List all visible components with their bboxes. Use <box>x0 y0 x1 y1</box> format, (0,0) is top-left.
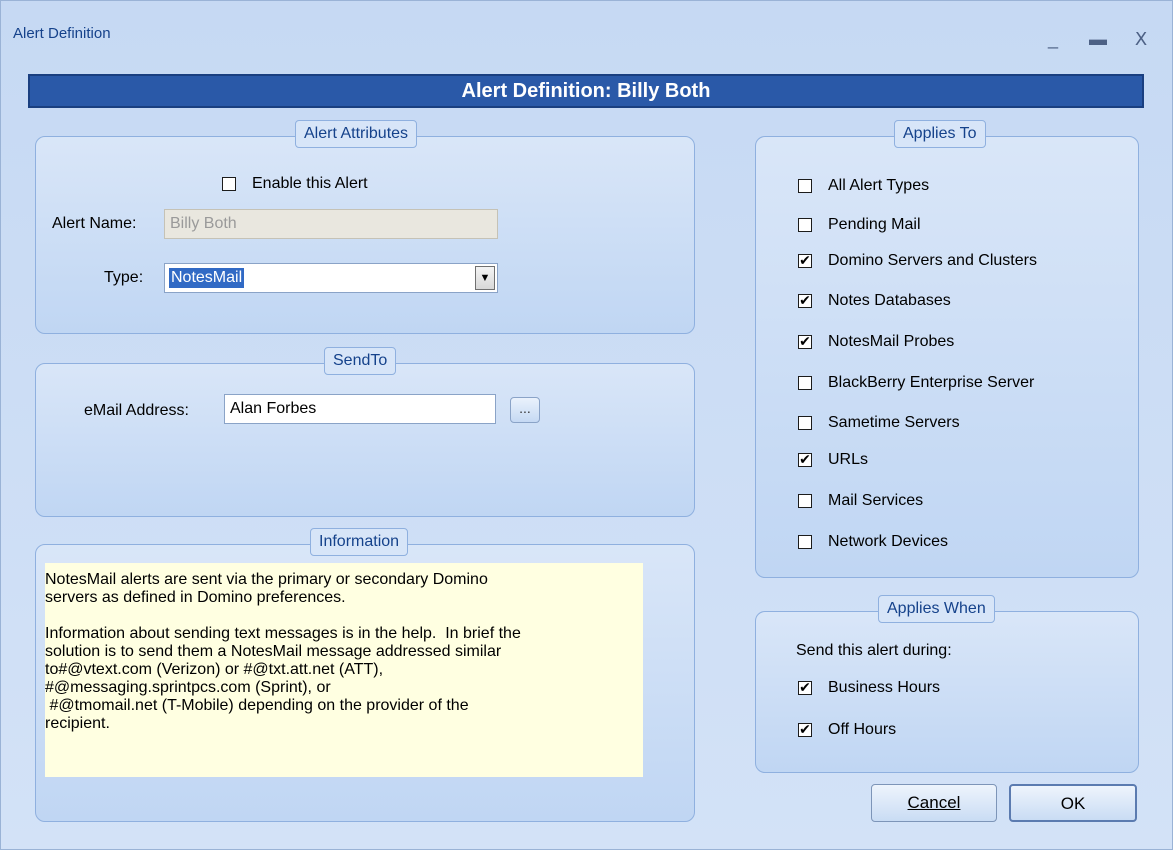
sametime-servers-checkbox[interactable] <box>798 416 812 430</box>
notes-databases-label[interactable]: Notes Databases <box>828 292 951 310</box>
applies-to-group: Applies To All Alert Types Pending Mail … <box>755 120 1139 578</box>
email-field[interactable]: Alan Forbes <box>224 394 496 424</box>
blackberry-server-checkbox[interactable] <box>798 376 812 390</box>
window-title: Alert Definition <box>13 25 111 42</box>
send-to-group: SendTo eMail Address: Alan Forbes ... <box>35 347 695 517</box>
chevron-down-icon[interactable]: ▼ <box>475 266 495 290</box>
title-bar[interactable]: Alert Definition _ ▬ X <box>1 1 1172 50</box>
type-label: Type: <box>104 269 144 286</box>
minimize-button[interactable]: _ <box>1041 29 1065 50</box>
send-to-legend: SendTo <box>324 347 397 375</box>
page-title-banner: Alert Definition: Billy Both <box>28 74 1144 108</box>
ok-button[interactable]: OK <box>1009 784 1137 822</box>
applies-when-group: Applies When Send this alert during: ✔ B… <box>755 595 1139 773</box>
all-alert-types-label[interactable]: All Alert Types <box>828 177 929 195</box>
browse-email-button[interactable]: ... <box>510 397 540 423</box>
information-legend: Information <box>310 528 409 556</box>
send-during-caption: Send this alert during: <box>796 642 952 659</box>
close-button[interactable]: X <box>1129 29 1153 50</box>
information-paragraph-2: Information about sending text messages … <box>45 625 521 732</box>
mail-services-checkbox[interactable] <box>798 494 812 508</box>
enable-alert-label[interactable]: Enable this Alert <box>252 175 368 193</box>
cancel-button-label: Cancel <box>907 793 961 812</box>
business-hours-label[interactable]: Business Hours <box>828 679 940 697</box>
business-hours-checkbox[interactable]: ✔ <box>798 681 812 695</box>
alert-name-label: Alert Name: <box>52 215 137 232</box>
maximize-button[interactable]: ▬ <box>1086 29 1110 50</box>
notesmail-probes-checkbox[interactable]: ✔ <box>798 335 812 349</box>
alert-name-field: Billy Both <box>164 209 498 239</box>
type-dropdown[interactable]: NotesMail ▼ <box>164 263 498 293</box>
network-devices-checkbox[interactable] <box>798 535 812 549</box>
all-alert-types-checkbox[interactable] <box>798 179 812 193</box>
alert-attributes-legend: Alert Attributes <box>295 120 418 148</box>
off-hours-checkbox[interactable]: ✔ <box>798 723 812 737</box>
cancel-button[interactable]: Cancel <box>871 784 997 822</box>
pending-mail-checkbox[interactable] <box>798 218 812 232</box>
notesmail-probes-label[interactable]: NotesMail Probes <box>828 333 954 351</box>
urls-label[interactable]: URLs <box>828 451 868 469</box>
information-paragraph-1: NotesMail alerts are sent via the primar… <box>45 571 488 606</box>
ok-button-label: OK <box>1060 794 1086 813</box>
type-selected-value: NotesMail <box>169 268 245 288</box>
off-hours-label[interactable]: Off Hours <box>828 721 896 739</box>
domino-servers-checkbox[interactable]: ✔ <box>798 254 812 268</box>
alert-attributes-group: Alert Attributes Enable this Alert Alert… <box>35 120 695 334</box>
urls-checkbox[interactable]: ✔ <box>798 453 812 467</box>
domino-servers-label[interactable]: Domino Servers and Clusters <box>828 252 1037 270</box>
enable-alert-checkbox[interactable] <box>222 177 236 191</box>
network-devices-label[interactable]: Network Devices <box>828 533 948 551</box>
pending-mail-label[interactable]: Pending Mail <box>828 216 921 234</box>
applies-when-legend: Applies When <box>878 595 995 623</box>
alert-definition-window: Alert Definition _ ▬ X Alert Definition:… <box>0 0 1173 850</box>
blackberry-server-label[interactable]: BlackBerry Enterprise Server <box>828 374 1034 392</box>
email-label: eMail Address: <box>84 402 189 419</box>
sametime-servers-label[interactable]: Sametime Servers <box>828 414 960 432</box>
notes-databases-checkbox[interactable]: ✔ <box>798 294 812 308</box>
applies-to-legend: Applies To <box>894 120 986 148</box>
mail-services-label[interactable]: Mail Services <box>828 492 923 510</box>
information-text: NotesMail alerts are sent via the primar… <box>45 563 643 777</box>
